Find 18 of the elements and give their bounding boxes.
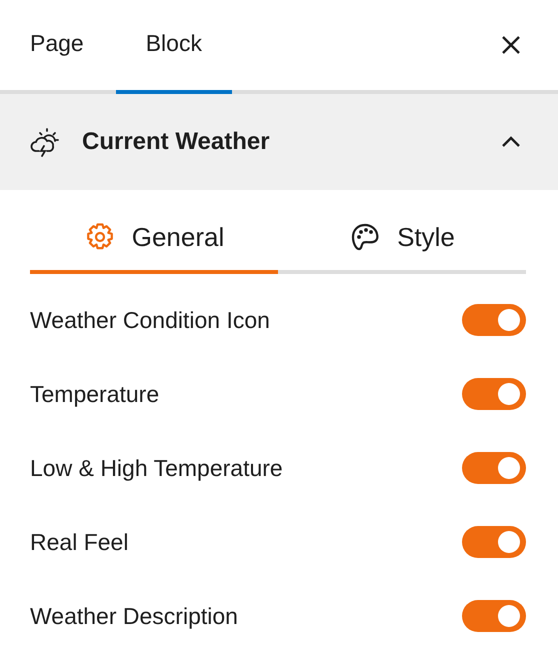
- settings-tab[interactable]: Style: [278, 204, 526, 274]
- panel-title: Current Weather: [82, 128, 270, 156]
- weather-icon: [30, 126, 60, 158]
- toggle-label: Real Feel: [30, 528, 128, 556]
- panel-tab[interactable]: Page: [0, 0, 116, 94]
- toggle-label: Temperature: [30, 380, 160, 408]
- toggle-label: Weather Condition Icon: [30, 306, 270, 334]
- palette-icon: [349, 221, 382, 253]
- close-icon[interactable]: [500, 34, 522, 56]
- settings-tab[interactable]: General: [30, 204, 278, 274]
- panel-header[interactable]: Current Weather: [0, 94, 558, 190]
- toggle-label: Low & High Temperature: [30, 454, 283, 482]
- toggle-switch[interactable]: [462, 452, 526, 484]
- toggle-switch[interactable]: [462, 600, 526, 632]
- toggle-switch[interactable]: [462, 526, 526, 558]
- toggle-switch[interactable]: [462, 304, 526, 336]
- toggle-switch[interactable]: [462, 378, 526, 410]
- toggle-label: Weather Description: [30, 602, 238, 630]
